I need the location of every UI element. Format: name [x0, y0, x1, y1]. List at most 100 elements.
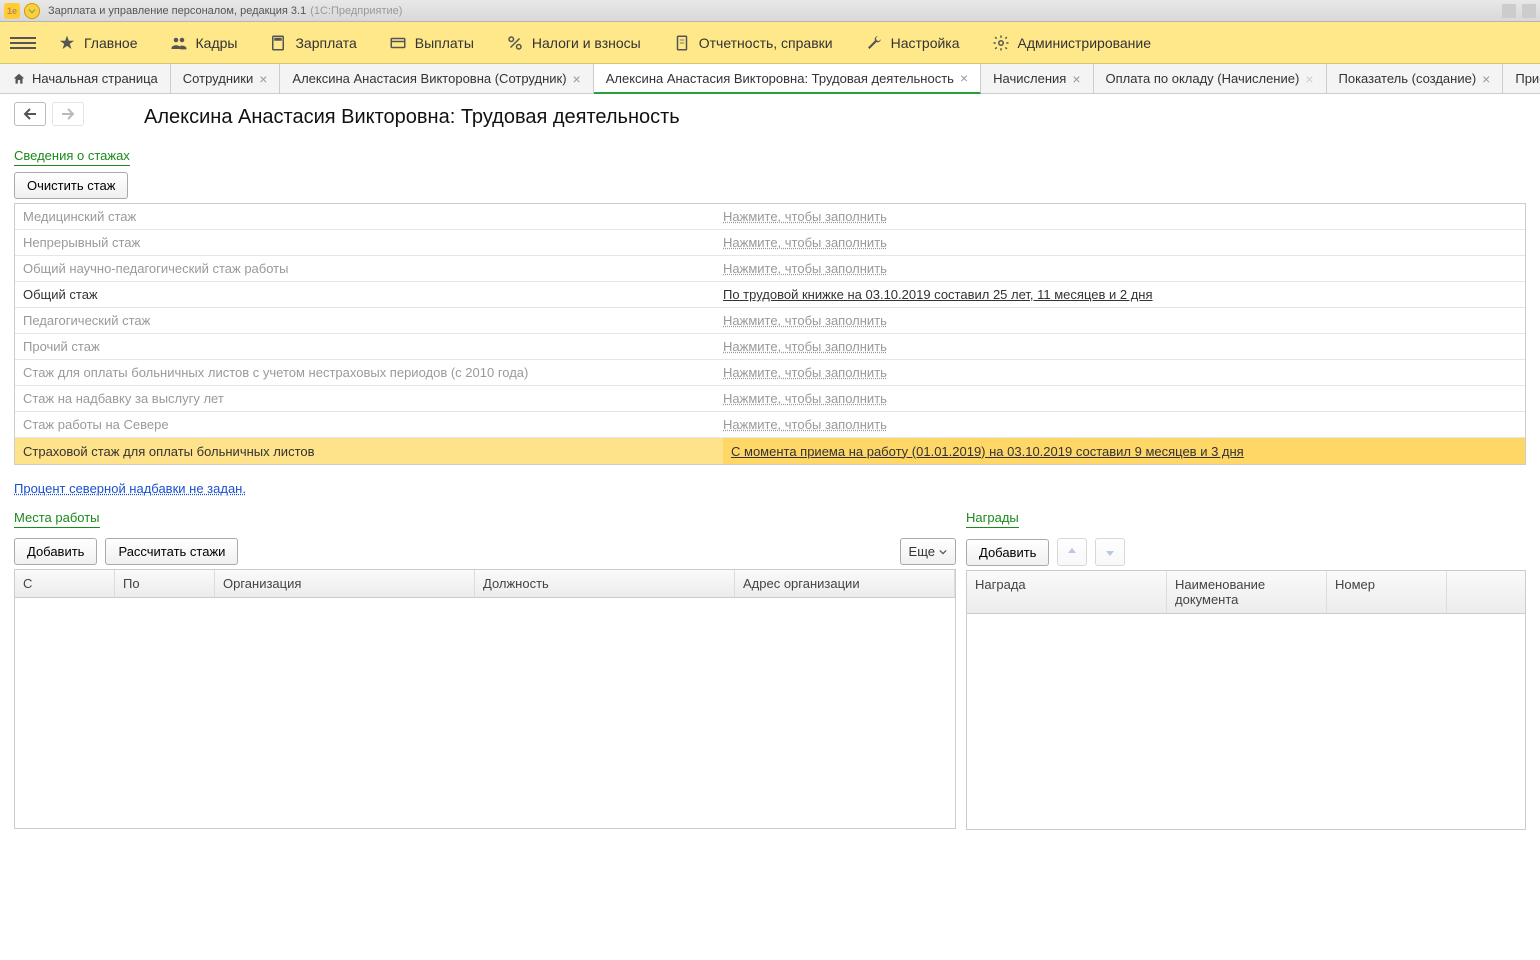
tab-label: Прием на: [1515, 71, 1540, 86]
nav-back-button[interactable]: [14, 102, 46, 126]
close-icon[interactable]: ×: [1305, 72, 1313, 86]
stazh-value-link[interactable]: Нажмите, чтобы заполнить: [723, 365, 887, 380]
menu-main[interactable]: Главное: [42, 22, 154, 63]
stazh-value-link[interactable]: Нажмите, чтобы заполнить: [723, 339, 887, 354]
hamburger-icon[interactable]: [10, 30, 36, 56]
document-icon: [673, 34, 691, 52]
jobs-grid[interactable]: СПоОрганизацияДолжностьАдрес организации: [14, 569, 956, 829]
tab[interactable]: Сотрудники×: [171, 64, 281, 93]
stazh-value-link[interactable]: По трудовой книжке на 03.10.2019 состави…: [723, 287, 1153, 302]
grid-header[interactable]: С: [15, 570, 115, 597]
stazh-row[interactable]: Общий научно-педагогический стаж работыН…: [15, 256, 1525, 282]
menu-reports-label: Отчетность, справки: [699, 35, 833, 51]
tab-label: Оплата по окладу (Начисление): [1106, 71, 1300, 86]
menu-payments[interactable]: Выплаты: [373, 22, 490, 63]
stazh-value-link[interactable]: Нажмите, чтобы заполнить: [723, 235, 887, 250]
tab[interactable]: Прием на: [1503, 64, 1540, 93]
grid-header[interactable]: По: [115, 570, 215, 597]
tab[interactable]: Оплата по окладу (Начисление) ×: [1094, 64, 1327, 93]
minimize-icon[interactable]: [1502, 4, 1516, 18]
people-icon: [170, 34, 188, 52]
stazh-row[interactable]: Страховой стаж для оплаты больничных лис…: [15, 438, 1525, 464]
add-job-button[interactable]: Добавить: [14, 538, 97, 565]
section-jobs-title: Места работы: [14, 510, 100, 528]
section-stazh-title: Сведения о стажах: [14, 148, 130, 166]
platform-label: (1С:Предприятие): [310, 5, 402, 17]
menu-staff[interactable]: Кадры: [154, 22, 254, 63]
menu-staff-label: Кадры: [196, 35, 238, 51]
move-up-button[interactable]: [1057, 538, 1087, 566]
menu-admin[interactable]: Администрирование: [976, 22, 1168, 63]
wallet-icon: [389, 34, 407, 52]
north-allowance-link[interactable]: Процент северной надбавки не задан.: [14, 481, 246, 496]
tab-label: Начисления: [993, 71, 1066, 86]
stazh-value-link[interactable]: С момента приема на работу (01.01.2019) …: [731, 444, 1244, 459]
close-icon[interactable]: ×: [1072, 72, 1080, 86]
stazh-value-link[interactable]: Нажмите, чтобы заполнить: [723, 261, 887, 276]
jobs-more-button[interactable]: Еще: [900, 538, 956, 565]
grid-header[interactable]: Адрес организации: [735, 570, 955, 597]
percent-icon: [506, 34, 524, 52]
jobs-grid-body[interactable]: [15, 598, 955, 828]
tab[interactable]: Начальная страница: [0, 64, 171, 93]
stazh-row[interactable]: Стаж работы на СевереНажмите, чтобы запо…: [15, 412, 1525, 438]
stazh-row[interactable]: Педагогический стажНажмите, чтобы заполн…: [15, 308, 1525, 334]
stazh-row[interactable]: Стаж для оплаты больничных листов с учет…: [15, 360, 1525, 386]
stazh-label: Стаж на надбавку за выслугу лет: [23, 391, 723, 406]
close-icon[interactable]: ×: [1482, 72, 1490, 86]
main-menu: Главное Кадры Зарплата Выплаты Налоги и …: [0, 22, 1540, 64]
menu-settings[interactable]: Настройка: [849, 22, 976, 63]
menu-taxes[interactable]: Налоги и взносы: [490, 22, 657, 63]
app-logo-icon: 1e: [4, 3, 20, 19]
more-label: Еще: [909, 544, 935, 559]
menu-reports[interactable]: Отчетность, справки: [657, 22, 849, 63]
calculator-icon: [269, 34, 287, 52]
grid-header[interactable]: Награда: [967, 571, 1167, 613]
grid-header[interactable]: Наименование документа: [1167, 571, 1327, 613]
clear-stazh-button[interactable]: Очистить стаж: [14, 172, 128, 199]
add-award-button[interactable]: Добавить: [966, 539, 1049, 566]
stazh-label: Общий стаж: [23, 287, 723, 302]
awards-grid[interactable]: НаградаНаименование документаНомер: [966, 570, 1526, 830]
stazh-value-link[interactable]: Нажмите, чтобы заполнить: [723, 209, 887, 224]
app-menu-dropdown[interactable]: [24, 3, 40, 19]
grid-header[interactable]: Номер: [1327, 571, 1447, 613]
menu-salary[interactable]: Зарплата: [253, 22, 372, 63]
stazh-label: Прочий стаж: [23, 339, 723, 354]
gear-icon: [992, 34, 1010, 52]
stazh-row[interactable]: Стаж на надбавку за выслугу летНажмите, …: [15, 386, 1525, 412]
stazh-row[interactable]: Непрерывный стажНажмите, чтобы заполнить: [15, 230, 1525, 256]
tab[interactable]: Начисления ×: [981, 64, 1093, 93]
move-down-button[interactable]: [1095, 538, 1125, 566]
home-icon: [12, 72, 26, 86]
grid-header[interactable]: Должность: [475, 570, 735, 597]
stazh-value-link[interactable]: Нажмите, чтобы заполнить: [723, 417, 887, 432]
stazh-label: Медицинский стаж: [23, 209, 723, 224]
tab[interactable]: Алексина Анастасия Викторовна: Трудовая …: [594, 64, 981, 94]
stazh-label: Непрерывный стаж: [23, 235, 723, 250]
star-icon: [58, 34, 76, 52]
maximize-icon[interactable]: [1522, 4, 1536, 18]
stazh-row[interactable]: Медицинский стажНажмите, чтобы заполнить: [15, 204, 1525, 230]
stazh-value-link[interactable]: Нажмите, чтобы заполнить: [723, 313, 887, 328]
stazh-row[interactable]: Прочий стажНажмите, чтобы заполнить: [15, 334, 1525, 360]
close-icon[interactable]: ×: [259, 72, 267, 86]
stazh-label: Страховой стаж для оплаты больничных лис…: [23, 444, 723, 459]
tab[interactable]: Показатель (создание)×: [1327, 64, 1504, 93]
recalc-stazh-button[interactable]: Рассчитать стажи: [105, 538, 238, 565]
stazh-label: Педагогический стаж: [23, 313, 723, 328]
grid-header[interactable]: Организация: [215, 570, 475, 597]
tab[interactable]: Алексина Анастасия Викторовна (Сотрудник…: [280, 64, 593, 93]
window-title: Зарплата и управление персоналом, редакц…: [48, 5, 306, 17]
menu-settings-label: Настройка: [891, 35, 960, 51]
window-controls: [1502, 4, 1536, 18]
nav-forward-button[interactable]: [52, 102, 84, 126]
menu-main-label: Главное: [84, 35, 138, 51]
close-icon[interactable]: ×: [960, 71, 968, 85]
section-awards-title: Награды: [966, 510, 1019, 528]
stazh-value-link[interactable]: Нажмите, чтобы заполнить: [723, 391, 887, 406]
tab-label: Начальная страница: [32, 71, 158, 86]
awards-grid-body[interactable]: [967, 614, 1525, 830]
close-icon[interactable]: ×: [573, 72, 581, 86]
stazh-row[interactable]: Общий стажПо трудовой книжке на 03.10.20…: [15, 282, 1525, 308]
